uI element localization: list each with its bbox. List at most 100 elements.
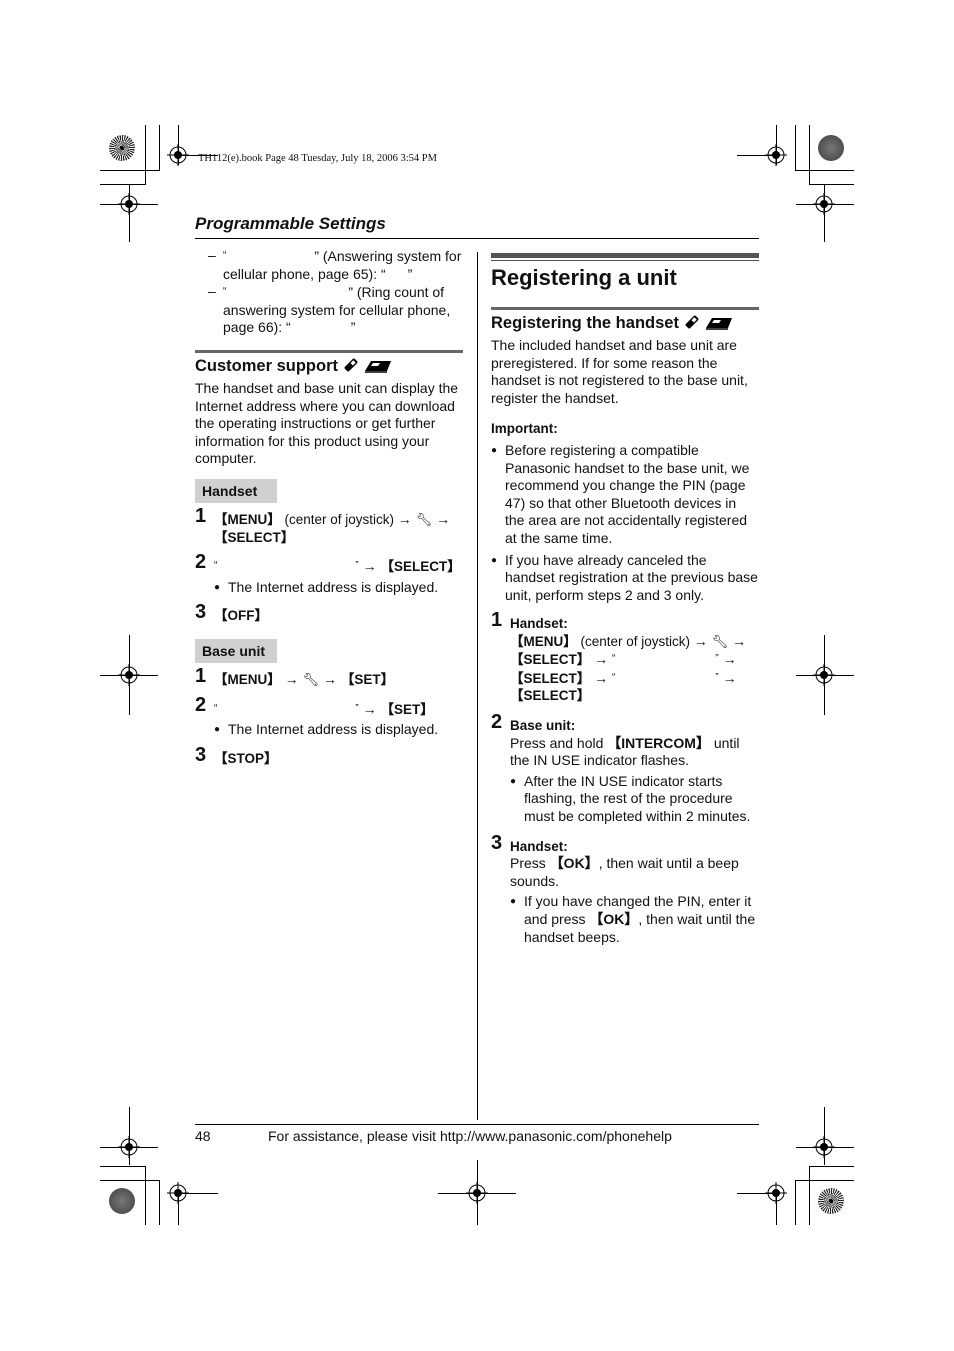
header-rule (195, 238, 759, 239)
option-description: cellular phone, page 65): “ (223, 265, 386, 282)
menu-key: 【MENU】 (214, 512, 281, 527)
crop-line (100, 675, 158, 676)
open-quote: “ (223, 286, 227, 298)
stop-key: 【STOP】 (214, 750, 278, 766)
crop-line (776, 125, 777, 165)
important-item: Before registering a compatible Panasoni… (491, 442, 759, 548)
important-label: Important: (491, 421, 558, 436)
close-quote: ” (355, 560, 359, 572)
section-title: Programmable Settings (195, 214, 386, 233)
crop-line (178, 1193, 218, 1194)
crop-line (796, 675, 854, 676)
section-rule (195, 350, 463, 353)
arrow-icon: → (594, 651, 609, 668)
heading-text: Registering the handset (491, 314, 679, 332)
step-number: 1 (195, 665, 207, 687)
customer-support-heading: Customer support (195, 357, 393, 376)
option-description: page 66): “ (223, 319, 291, 336)
open-quote: “ (612, 653, 616, 665)
handset-icon (685, 315, 698, 329)
step-number: 1 (195, 505, 207, 527)
important-item: If you have already canceled the handset… (491, 552, 759, 605)
step-label: Base unit: (510, 717, 576, 733)
page-title: Registering a unit (491, 265, 677, 290)
step: 3 【OFF】 (195, 601, 465, 625)
arrow-icon: → (362, 700, 377, 717)
step-label: Handset: (510, 616, 568, 631)
base-unit-section: Base unit (195, 639, 277, 663)
footer-rule (195, 1124, 759, 1125)
wrench-icon: 🔧︎ (711, 633, 729, 649)
option-item: – “ ” (Ring count of answering system for… (208, 283, 468, 337)
option-item: – “ ” (Answering system for cellular phon… (208, 247, 468, 283)
crop-line (100, 204, 158, 205)
crop-line (100, 1147, 158, 1148)
crop-line (438, 1193, 516, 1194)
dash: – (208, 247, 216, 263)
off-key: 【OFF】 (214, 608, 268, 624)
ok-key: 【OK】 (549, 855, 599, 872)
arrow-icon: → (722, 669, 737, 686)
select-key: 【SELECT】 (380, 559, 461, 575)
option-description: ” (Ring count of (348, 284, 445, 301)
note-text: The Internet address is displayed. (228, 578, 439, 595)
crop-line (100, 170, 159, 171)
crop-line (100, 1180, 159, 1181)
crop-line (796, 1147, 854, 1148)
select-key: 【SELECT】 (510, 688, 591, 704)
dash: – (208, 283, 216, 300)
step: 2 “ ” → 【SET】 The Internet address is dis… (195, 693, 465, 739)
step-number: 2 (491, 710, 503, 733)
open-quote: “ (214, 702, 218, 714)
arrow-icon: → (436, 511, 451, 527)
set-key: 【SET】 (380, 701, 434, 717)
assistance-link[interactable]: For assistance, please visit http://www.… (268, 1128, 672, 1144)
handset-section: Handset (195, 479, 277, 503)
step-text: (center of joystick) (280, 512, 398, 527)
crop-line (100, 184, 145, 185)
handset-icon (344, 358, 358, 372)
crop-line (178, 125, 179, 165)
base-unit-label: Base unit (195, 639, 277, 663)
heading-text: Customer support (195, 357, 339, 375)
step: 2 “ ” → 【SELECT】 The Internet address is … (195, 552, 465, 596)
crop-line (796, 204, 854, 205)
title-rule-thin (491, 260, 759, 261)
crop-line (178, 1193, 179, 1225)
close-quote: ” (350, 319, 356, 336)
select-key: 【SELECT】 (510, 652, 591, 668)
set-key: 【SET】 (340, 672, 395, 687)
crop-line (795, 125, 796, 171)
open-quote: “ (612, 671, 616, 683)
color-rosette-icon (109, 1188, 135, 1214)
crop-line (145, 125, 146, 185)
crop-line (824, 1107, 825, 1165)
base-unit-icon (706, 318, 733, 330)
step-text: (center of joystick) (576, 633, 694, 649)
menu-key: 【MENU】 (510, 633, 577, 649)
step-label: Handset: (510, 838, 568, 854)
color-rosette-icon (818, 135, 844, 161)
note-text: The Internet address is displayed. (228, 721, 439, 738)
step: 1 【MENU】 (center of joystick) → 🔧︎ → 【SE… (195, 505, 465, 546)
step: 1 Handset: 【MENU】 (center of joystick) →… (491, 610, 759, 705)
step-number: 2 (195, 693, 207, 716)
crop-line (809, 125, 810, 185)
handset-steps: 1 【MENU】 (center of joystick) → 🔧︎ → 【SE… (195, 505, 465, 625)
important-list: Before registering a compatible Panasoni… (491, 442, 759, 604)
step-number: 3 (195, 601, 207, 624)
title-rule-thick (491, 253, 759, 258)
registering-handset-heading: Registering the handset (491, 314, 734, 333)
intro-text: The included handset and base unit are p… (491, 337, 748, 406)
base-unit-steps: 1 【MENU】 → 🔧︎ → 【SET】 2 “ ” → 【SET】 The I… (195, 665, 465, 767)
crop-line (795, 1180, 796, 1225)
wrench-icon: 🔧︎ (302, 672, 320, 687)
crop-line (129, 185, 130, 242)
page-number: 48 (195, 1128, 211, 1144)
note-text: Before registering a compatible Panasoni… (505, 442, 750, 546)
crop-line (737, 1193, 777, 1194)
option-list: – “ ” (Answering system for cellular phon… (208, 247, 468, 337)
open-quote: “ (214, 560, 218, 572)
close-quote: ” (715, 671, 719, 683)
crop-line (129, 1107, 130, 1165)
